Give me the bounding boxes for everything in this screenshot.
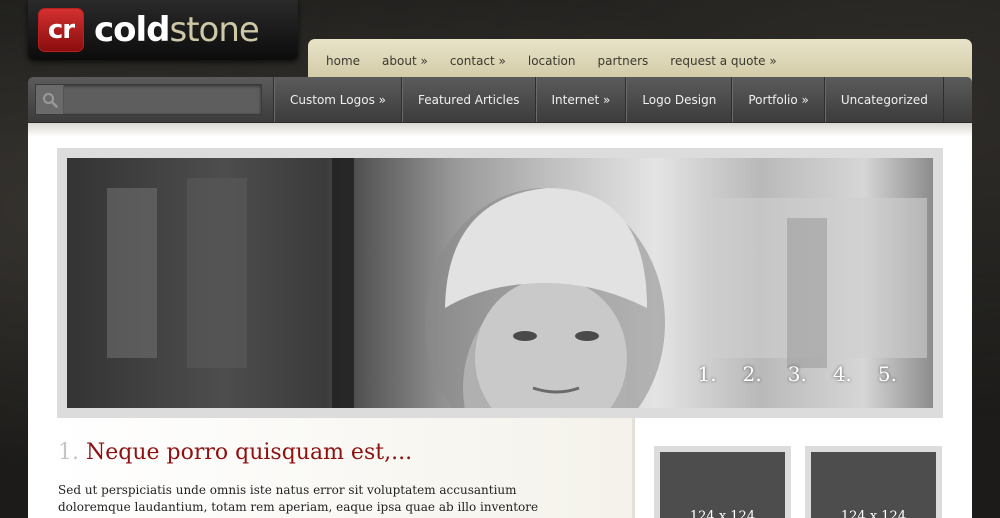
slide-4-link[interactable]: 4. (833, 362, 852, 386)
nav-request-quote[interactable]: request a quote » (660, 54, 786, 68)
post-number: 1. (58, 440, 79, 465)
post-excerpt: Sed ut perspiciatis unde omnis iste natu… (58, 483, 539, 514)
slide-5-link[interactable]: 5. (878, 362, 897, 386)
nav-about[interactable]: about » (372, 54, 438, 68)
search-input[interactable] (64, 85, 261, 114)
category-logo-design[interactable]: Logo Design (626, 77, 733, 122)
category-featured-articles[interactable]: Featured Articles (401, 77, 536, 122)
slide-3-link[interactable]: 3. (788, 362, 807, 386)
post-title-link[interactable]: Neque porro quisquam est,... (86, 440, 412, 465)
ad-placeholder-1: 124 x 124 (660, 452, 785, 518)
ad-slot-2[interactable]: 124 x 124 (805, 446, 942, 518)
site-logo[interactable]: cr coldstone (28, 0, 298, 60)
ad-placeholder-2: 124 x 124 (811, 452, 936, 518)
nav-location[interactable]: location (518, 54, 586, 68)
slider-image[interactable]: 1. 2. 3. 4. 5. (67, 158, 933, 408)
slide-1-link[interactable]: 1. (698, 362, 717, 386)
post-entry: 1. Neque porro quisquam est,... Sed ut p… (57, 418, 635, 518)
logo-mark: cr (38, 8, 84, 52)
slider-pagination: 1. 2. 3. 4. 5. (672, 362, 897, 386)
logo-word-light: stone (169, 10, 260, 50)
category-bar: Custom Logos » Featured Articles Interne… (28, 77, 972, 123)
nav-home[interactable]: home (316, 54, 370, 68)
content-top-shadow (28, 123, 972, 137)
slide-2-link[interactable]: 2. (743, 362, 762, 386)
search-icon[interactable] (36, 85, 64, 114)
post-title[interactable]: 1. Neque porro quisquam est,... (58, 440, 412, 465)
featured-slider: 1. 2. 3. 4. 5. (57, 148, 943, 418)
category-uncategorized[interactable]: Uncategorized (824, 77, 944, 122)
category-portfolio[interactable]: Portfolio » (732, 77, 825, 122)
nav-contact[interactable]: contact » (440, 54, 516, 68)
ad-slot-1[interactable]: 124 x 124 (654, 446, 791, 518)
logo-wordmark: coldstone (94, 10, 260, 50)
search-box (35, 84, 262, 115)
nav-partners[interactable]: partners (588, 54, 659, 68)
logo-word-bold: cold (94, 10, 171, 50)
main-content: 1. 2. 3. 4. 5. 1. Neque porro quisquam e… (28, 123, 972, 518)
category-list: Custom Logos » Featured Articles Interne… (273, 77, 944, 122)
category-internet[interactable]: Internet » (535, 77, 627, 122)
category-custom-logos[interactable]: Custom Logos » (274, 77, 402, 122)
